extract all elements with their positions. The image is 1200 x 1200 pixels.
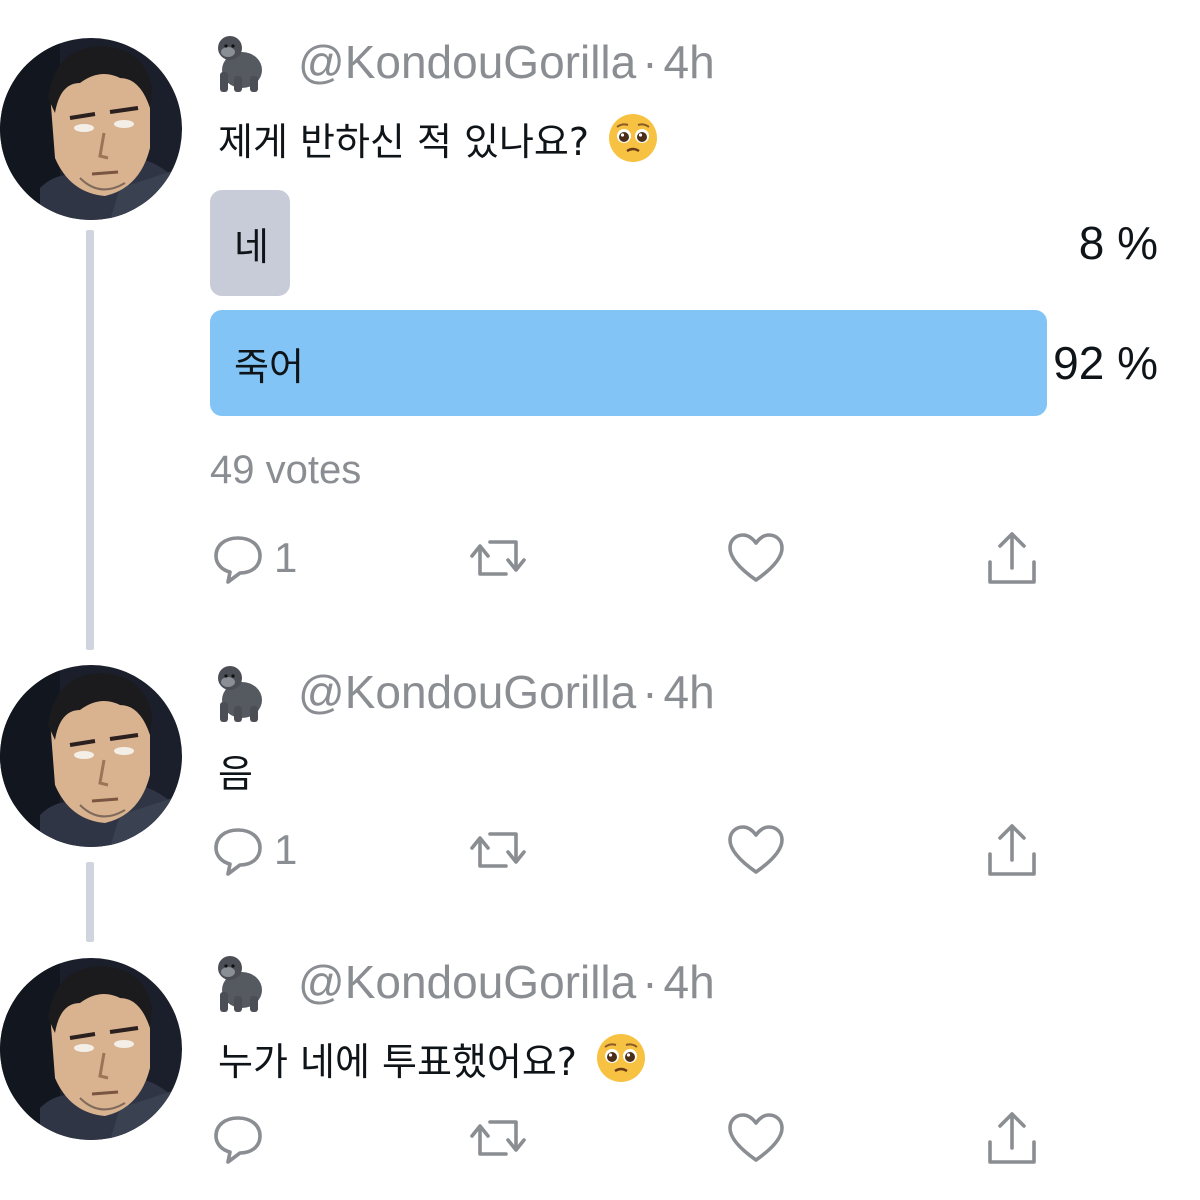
reply-icon <box>214 828 262 876</box>
poll-option-label: 죽어 <box>234 344 304 389</box>
poll-vote-count: 49 votes <box>210 448 362 492</box>
tweet-text: 누가 네에 투표했어요? <box>218 1028 647 1088</box>
poll-option-label: 네 <box>234 224 269 269</box>
gorilla-icon <box>218 36 262 92</box>
timestamp[interactable]: 4h <box>664 665 715 719</box>
like-button[interactable] <box>726 1106 786 1170</box>
poll-option-percent: 8 % <box>1078 217 1158 269</box>
share-button[interactable] <box>984 526 1040 590</box>
reply-icon <box>214 536 262 584</box>
tweet-actions: 1 <box>210 526 1060 590</box>
heart-icon <box>728 1113 784 1162</box>
retweet-button[interactable] <box>466 526 530 590</box>
avatar[interactable] <box>0 38 182 220</box>
like-button[interactable] <box>726 818 786 882</box>
author-handle[interactable]: @KondouGorilla <box>298 665 636 719</box>
gorilla-icon <box>218 956 262 1012</box>
poll-option-percent: 92 % <box>1053 337 1158 389</box>
separator-dot: · <box>642 956 658 1008</box>
poll-option: 죽어 92 % <box>210 310 1158 416</box>
retweet-icon <box>470 540 526 576</box>
tweet-header: @KondouGorilla · 4h <box>208 30 715 94</box>
tweet-header: @KondouGorilla · 4h <box>208 660 715 724</box>
tweet-actions: 1 <box>210 818 1060 882</box>
reply-button[interactable] <box>210 1106 274 1170</box>
timestamp[interactable]: 4h <box>664 35 715 89</box>
share-icon <box>988 1112 1036 1164</box>
like-button[interactable] <box>726 526 786 590</box>
share-icon <box>988 532 1036 584</box>
poll-bar <box>210 310 1047 416</box>
reply-button[interactable]: 1 <box>210 526 297 590</box>
gorilla-icon <box>218 666 262 722</box>
tweet-text-body: 제게 반하신 적 있나요? <box>218 119 590 164</box>
author-handle[interactable]: @KondouGorilla <box>298 955 636 1009</box>
tweet-header: @KondouGorilla · 4h <box>208 950 715 1014</box>
retweet-icon <box>470 1120 526 1156</box>
separator-dot: · <box>642 666 658 718</box>
separator-dot: · <box>642 36 658 88</box>
pleading-face-emoji <box>596 1034 645 1082</box>
share-button[interactable] <box>984 818 1040 882</box>
heart-icon <box>728 533 784 582</box>
tweet-text-body: 누가 네에 투표했어요? <box>218 1039 577 1084</box>
poll-option: 네 8 % <box>210 190 1158 296</box>
pleading-face-emoji <box>609 114 658 162</box>
tweet-actions <box>210 1106 1060 1170</box>
tweet-text: 제게 반하신 적 있나요? <box>218 108 659 168</box>
reply-icon <box>214 1116 262 1164</box>
thread-connector <box>86 230 94 650</box>
author-handle[interactable]: @KondouGorilla <box>298 35 636 89</box>
heart-icon <box>728 825 784 874</box>
retweet-button[interactable] <box>466 818 530 882</box>
avatar[interactable] <box>0 958 182 1140</box>
retweet-icon <box>470 832 526 868</box>
share-icon <box>988 824 1036 876</box>
timestamp[interactable]: 4h <box>664 955 715 1009</box>
reply-count: 1 <box>274 534 298 581</box>
retweet-button[interactable] <box>466 1106 530 1170</box>
share-button[interactable] <box>984 1106 1040 1170</box>
tweet-text-body: 음 <box>218 751 253 796</box>
tweet-text: 음 <box>218 740 253 800</box>
reply-count: 1 <box>274 826 298 873</box>
avatar[interactable] <box>0 665 182 847</box>
thread-connector <box>86 862 94 942</box>
reply-button[interactable]: 1 <box>210 818 297 882</box>
